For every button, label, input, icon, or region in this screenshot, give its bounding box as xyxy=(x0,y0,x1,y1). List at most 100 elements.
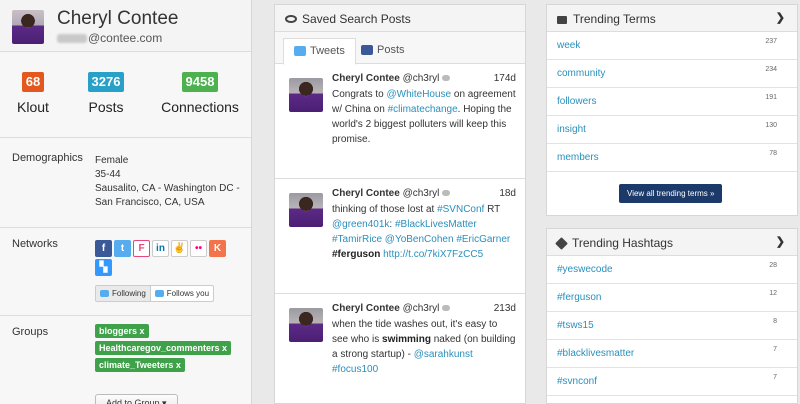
follows-you-label: Follows you xyxy=(166,289,210,298)
author-name[interactable]: Cheryl Contee xyxy=(332,73,400,84)
term-link[interactable]: week xyxy=(557,40,580,51)
post-item[interactable]: Cheryl Contee @ch3ryl 18d thinking of th… xyxy=(275,179,525,294)
post-age: 18d xyxy=(499,188,516,199)
tab-posts[interactable]: Posts xyxy=(351,38,415,65)
trending-hashtag-row: #tsws15 8 xyxy=(547,312,797,340)
twitter-icon[interactable]: t xyxy=(114,240,131,257)
add-to-group-button[interactable]: Add to Group ▾ xyxy=(95,394,178,404)
stat-badge: 68 xyxy=(21,72,45,92)
stat-klout[interactable]: 68 Klout xyxy=(14,72,52,115)
profile-email: @contee.com xyxy=(57,31,162,45)
foursquare-icon[interactable]: F xyxy=(133,240,150,257)
networks-label: Networks xyxy=(12,238,58,250)
redacted-email-prefix xyxy=(57,34,87,44)
author-name[interactable]: Cheryl Contee xyxy=(332,303,400,314)
chevron-down-icon[interactable]: ❯ xyxy=(776,11,785,24)
term-link[interactable]: insight xyxy=(557,124,586,135)
flickr-icon[interactable]: •• xyxy=(190,240,207,257)
author-name[interactable]: Cheryl Contee xyxy=(332,188,400,199)
tab-tweets[interactable]: Tweets xyxy=(283,38,356,65)
post-link[interactable]: @sarahkunst xyxy=(414,349,473,360)
post-age: 174d xyxy=(493,73,516,84)
post-header: Cheryl Contee @ch3ryl 174d xyxy=(332,73,516,84)
profile-stats: 68 Klout 3276 Posts 9458 Connections xyxy=(0,52,251,138)
hashtag-link[interactable]: #blacklivesmatter xyxy=(557,348,634,359)
facebook-icon xyxy=(361,45,373,56)
demographics-label: Demographics xyxy=(12,152,83,164)
networks-section: Networks f t Fin ✌ •• K ▚ Following Follows yo… xyxy=(0,228,251,316)
avatar[interactable] xyxy=(289,308,323,342)
post-link[interactable]: #focus100 xyxy=(332,364,378,375)
panel-title: Saved Search Posts xyxy=(275,5,525,32)
post-text-segment: RT xyxy=(484,204,501,215)
author-handle[interactable]: @ch3ryl xyxy=(403,73,440,84)
post-link[interactable]: http://t.co/7kiX7FzCC5 xyxy=(383,249,483,260)
panel-title-text: Saved Search Posts xyxy=(302,12,411,26)
trending-hashtag-row: #yeswecode 28 xyxy=(547,256,797,284)
avatar[interactable] xyxy=(289,78,323,112)
panel-title: Trending Terms ❯ xyxy=(547,5,797,32)
chevron-down-icon[interactable]: ❯ xyxy=(776,235,785,248)
linkedin-icon[interactable]: in xyxy=(152,240,169,257)
post-link[interactable]: #SVNConf xyxy=(437,204,484,215)
trending-hashtag-row: #ferguson 12 xyxy=(547,284,797,312)
view-all-trending-terms-button[interactable]: View all trending terms » xyxy=(619,184,723,203)
group-tags: bloggers x Healthcaregov_commenters x cl… xyxy=(95,324,232,375)
twitter-icon xyxy=(294,46,306,57)
post-link[interactable]: @WhiteHouse xyxy=(386,89,451,100)
group-tag[interactable]: Healthcaregov_commenters x xyxy=(95,341,232,355)
post-link[interactable]: #TamirRice xyxy=(332,234,382,245)
post-item[interactable]: Cheryl Contee @ch3ryl 213d when the tide… xyxy=(275,294,525,404)
email-domain: @contee.com xyxy=(88,31,163,45)
term-count: 234 xyxy=(765,66,777,73)
angellist-icon[interactable]: ✌ xyxy=(171,240,188,257)
trending-terms-panel: Trending Terms ❯ week 237 community 234 fo… xyxy=(546,4,798,216)
stat-badge: 3276 xyxy=(87,72,125,92)
follows-you-badge: Follows you xyxy=(151,286,213,301)
post-text-segment: Congrats to xyxy=(332,89,387,100)
hashtag-link[interactable]: #ferguson xyxy=(557,292,601,303)
groups-section: Groups bloggers x Healthcaregov_commente… xyxy=(0,316,251,404)
author-handle[interactable]: @ch3ryl xyxy=(403,303,440,314)
trending-hashtag-row: #svnconf 7 xyxy=(547,368,797,396)
following-button[interactable]: Following xyxy=(96,286,151,301)
hashtag-link[interactable]: #tsws15 xyxy=(557,320,594,331)
klout-icon[interactable]: K xyxy=(209,240,226,257)
group-tag[interactable]: bloggers x xyxy=(95,324,149,338)
post-link[interactable]: #BlackLivesMatter xyxy=(395,219,477,230)
stat-label: Connections xyxy=(161,99,239,115)
saved-search-posts-panel: Saved Search Posts Tweets Posts Cheryl C… xyxy=(274,4,526,404)
stat-badge: 9458 xyxy=(181,72,219,92)
stat-label: Klout xyxy=(17,99,49,115)
stat-connections[interactable]: 9458 Connections xyxy=(158,72,242,115)
term-count: 130 xyxy=(765,122,777,129)
hashtag-count: 7 xyxy=(773,346,777,353)
delicious-icon[interactable]: ▚ xyxy=(95,259,112,276)
post-link[interactable]: @green401k xyxy=(332,219,389,230)
post-link[interactable]: #EricGarner xyxy=(456,234,510,245)
post-link[interactable]: #climatechange xyxy=(388,104,458,115)
profile-header: Cheryl Contee @contee.com xyxy=(0,0,251,52)
post-age: 213d xyxy=(493,303,516,314)
term-link[interactable]: followers xyxy=(557,96,596,107)
panel-title: Trending Hashtags ❯ xyxy=(547,229,797,256)
hashtag-link[interactable]: #yeswecode xyxy=(557,264,613,275)
term-link[interactable]: community xyxy=(557,68,605,79)
stat-label: Posts xyxy=(88,99,124,115)
post-link[interactable]: @YoBenCohen xyxy=(385,234,454,245)
avatar[interactable] xyxy=(289,193,323,227)
avatar[interactable] xyxy=(12,10,44,44)
stat-posts[interactable]: 3276 Posts xyxy=(84,72,128,115)
hashtag-link[interactable]: #svnconf xyxy=(557,376,597,387)
post-item[interactable]: Cheryl Contee @ch3ryl 174d Congrats to @… xyxy=(275,64,525,179)
trending-hashtag-row: #blacklivesmatter 7 xyxy=(547,340,797,368)
tab-label: Tweets xyxy=(310,45,345,57)
group-tag[interactable]: climate_Tweeters x xyxy=(95,358,185,372)
panel-title-text: Trending Terms xyxy=(573,12,656,26)
post-text-segment: thinking of those lost at xyxy=(332,204,438,215)
facebook-icon[interactable]: f xyxy=(95,240,112,257)
term-link[interactable]: members xyxy=(557,152,599,163)
trending-hashtags-panel: Trending Hashtags ❯ #yeswecode 28 #fergus… xyxy=(546,228,798,404)
author-handle[interactable]: @ch3ryl xyxy=(403,188,440,199)
term-count: 191 xyxy=(765,94,777,101)
